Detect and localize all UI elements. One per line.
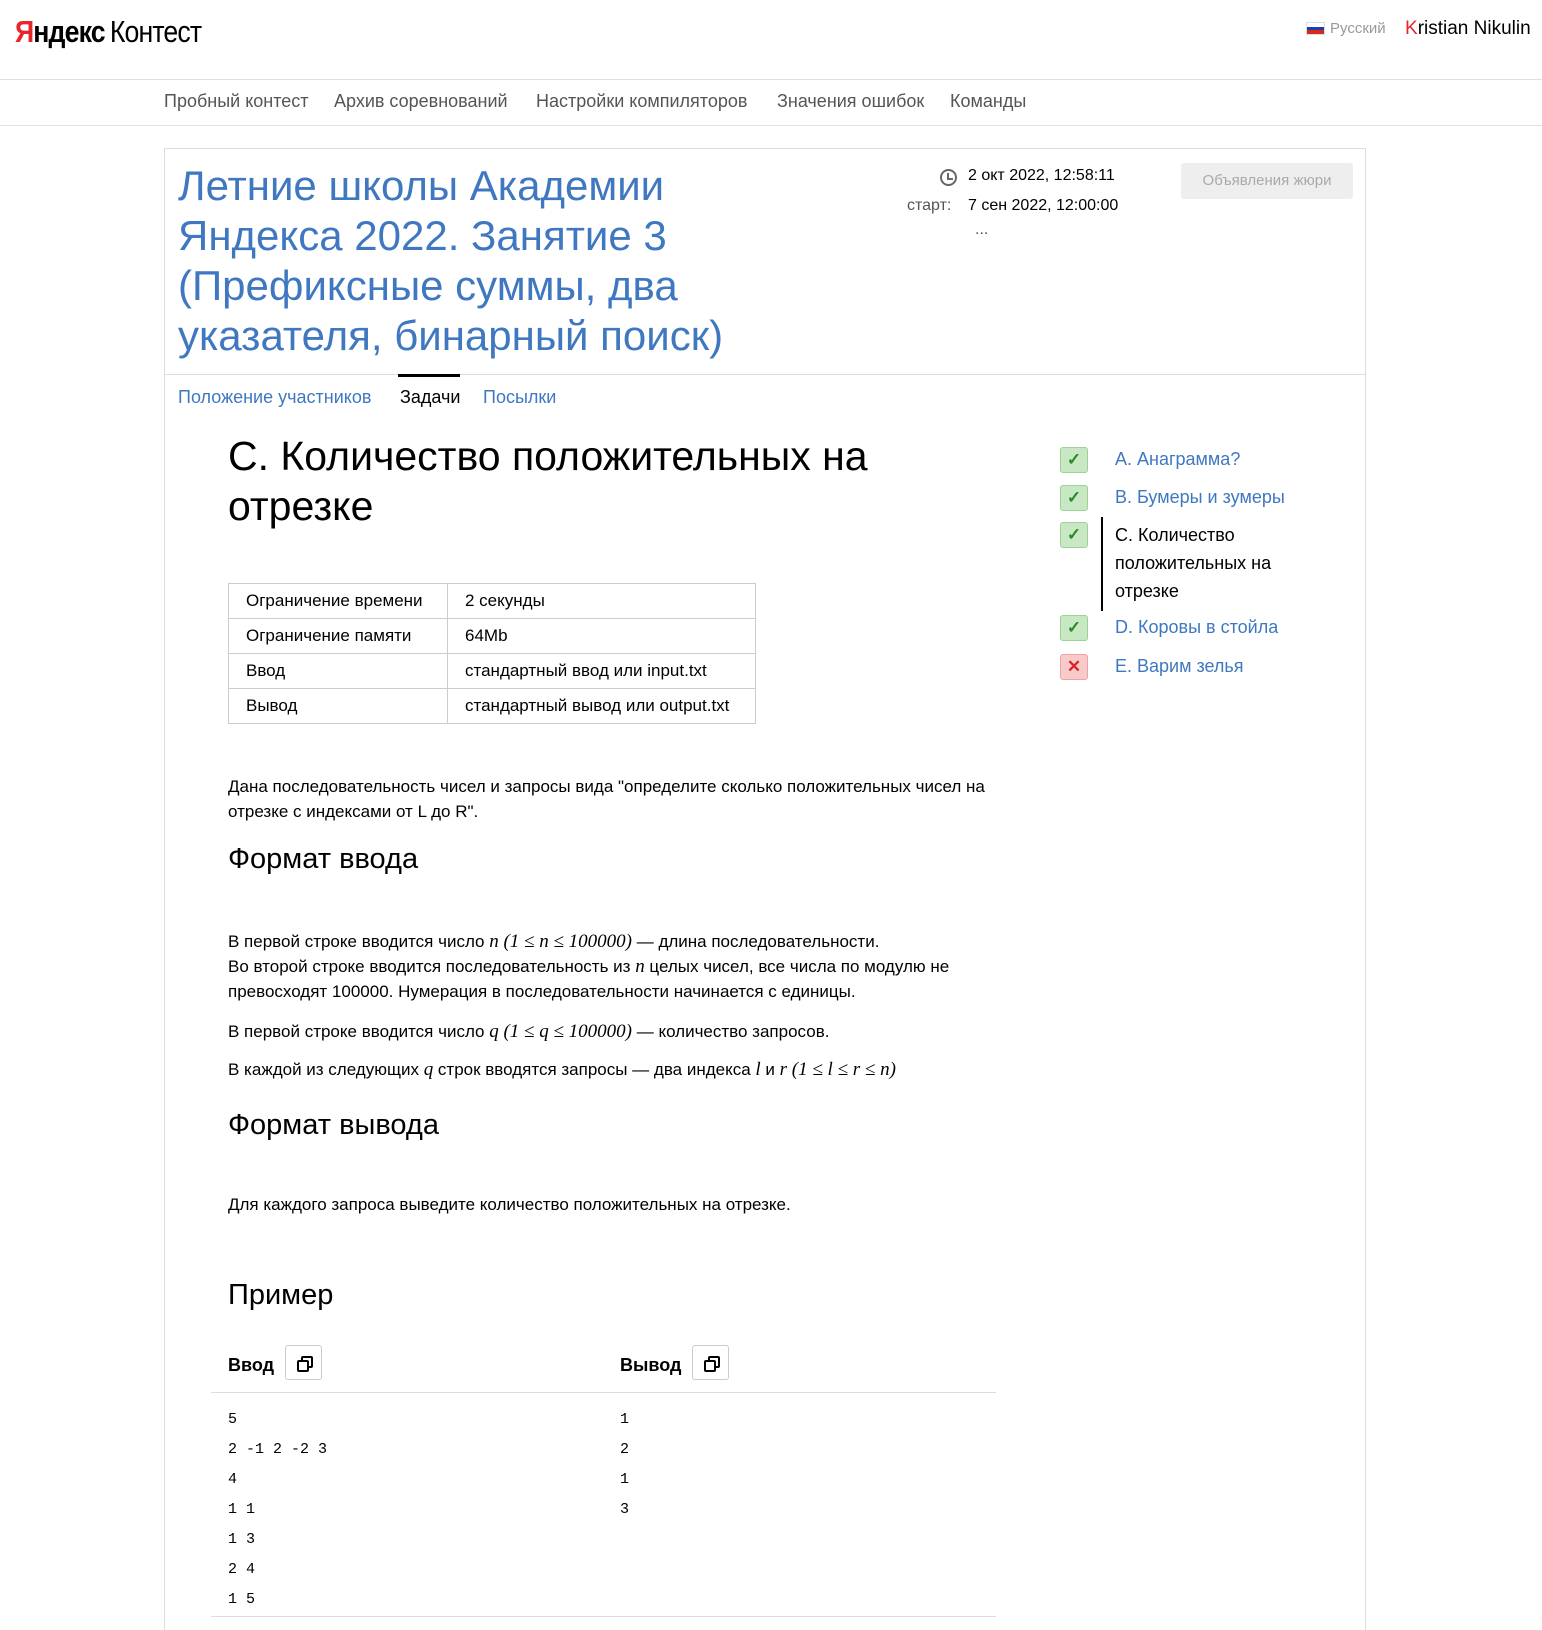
top-header: Яндекс Контест Русский Kristian Nikulin <box>0 0 1542 80</box>
sidebar-item-problem-c[interactable]: C. Количество положительных на отрезке <box>1115 521 1315 605</box>
text: В первой строке вводится число <box>228 1022 490 1041</box>
tab-problems[interactable]: Задачи <box>400 387 460 408</box>
check-icon: ✓ <box>1060 447 1088 473</box>
check-icon: ✓ <box>1060 485 1088 511</box>
example-output-data: 1 2 1 3 <box>620 1411 630 1518</box>
example-output-label: Вывод <box>620 1355 682 1375</box>
main-nav: Пробный контест Архив соревнований Настр… <box>0 80 1542 126</box>
language-switcher[interactable]: Русский <box>1306 20 1386 37</box>
table-row: Вывод стандартный вывод или output.txt <box>228 688 756 724</box>
text: В каждой из следующих <box>228 1060 424 1079</box>
clock-icon <box>940 169 957 186</box>
russia-flag-icon <box>1306 22 1325 35</box>
sidebar-item-problem-e[interactable]: E. Варим зелья <box>1115 652 1244 680</box>
copy-icon <box>704 1360 716 1372</box>
input-format-query-lines: В каждой из следующих q строк вводятся з… <box>228 1057 1028 1082</box>
math: n <box>635 956 645 977</box>
problem-statement: Дана последовательность чисел и запросы … <box>228 777 985 821</box>
example-input-data: 5 2 -1 2 -2 3 4 1 1 1 3 2 4 1 5 <box>228 1411 328 1608</box>
text: и <box>760 1060 780 1079</box>
nav-teams[interactable]: Команды <box>950 91 1026 112</box>
nav-trial-contest[interactable]: Пробный контест <box>164 91 309 112</box>
nav-error-meanings[interactable]: Значения ошибок <box>777 91 924 112</box>
limit-key: Ввод <box>228 653 448 689</box>
table-row: Ограничение времени 2 секунды <box>228 583 756 619</box>
user-name-rest: ristian Nikulin <box>1417 18 1531 39</box>
cross-icon: ✕ <box>1060 654 1088 680</box>
table-row: Ограничение памяти 64Mb <box>228 618 756 654</box>
yandex-contest-logo[interactable]: Яндекс Контест <box>15 14 202 50</box>
input-format-heading: Формат ввода <box>228 843 419 875</box>
start-label: старт: <box>907 197 952 214</box>
user-name[interactable]: Kristian Nikulin <box>1405 18 1531 40</box>
logo-ndeks: ндекс <box>33 14 105 49</box>
sidebar-item-problem-d[interactable]: D. Коровы в стойла <box>1115 613 1278 641</box>
logo-kontest: Контест <box>109 14 202 49</box>
current-problem-marker <box>1101 517 1103 611</box>
jury-announcements-button[interactable]: Объявления жюри <box>1181 163 1353 199</box>
active-tab-indicator <box>398 374 460 377</box>
example-heading: Пример <box>228 1279 334 1311</box>
text: — длина последовательности. <box>632 932 880 951</box>
current-time: 2 окт 2022, 12:58:11 <box>968 167 1115 184</box>
output-format-text: Для каждого запроса выведите количество … <box>228 1195 791 1214</box>
logo-ya: Я <box>15 14 34 49</box>
copy-output-button[interactable] <box>692 1345 729 1380</box>
copy-icon <box>297 1360 309 1372</box>
input-format-queries: В первой строке вводится число q (1 ≤ q … <box>228 1019 1028 1044</box>
contest-title[interactable]: Летние школы Академии Яндекса 2022. Заня… <box>178 161 778 361</box>
nav-archive[interactable]: Архив соревнований <box>334 91 508 112</box>
problem-status-e: ✕ <box>1060 654 1088 680</box>
problem-status-a: ✓ <box>1060 447 1088 473</box>
output-format-heading: Формат вывода <box>228 1109 439 1141</box>
contest-card: Летние школы Академии Яндекса 2022. Заня… <box>164 148 1366 1630</box>
text: Во второй строке вводится последовательн… <box>228 957 636 976</box>
text: — количество запросов. <box>632 1022 830 1041</box>
limit-value: 64Mb <box>447 618 756 654</box>
limits-table: Ограничение времени 2 секунды Ограничение… <box>228 583 756 724</box>
text: строк вводятся запросы — два индекса <box>433 1060 756 1079</box>
math: r (1 ≤ l ≤ r ≤ n) <box>779 1059 896 1080</box>
language-label: Русский <box>1330 20 1386 37</box>
limit-key: Ограничение памяти <box>228 618 448 654</box>
limit-key: Вывод <box>228 688 448 724</box>
limit-value: стандартный вывод или output.txt <box>447 688 756 724</box>
example-divider <box>211 1392 996 1393</box>
copy-input-button[interactable] <box>285 1345 322 1380</box>
sidebar-item-problem-b[interactable]: B. Бумеры и зумеры <box>1115 483 1285 511</box>
limit-value: 2 секунды <box>447 583 756 619</box>
check-icon: ✓ <box>1060 522 1088 548</box>
example-divider <box>211 1616 996 1617</box>
user-initial: K <box>1405 18 1418 39</box>
limit-value: стандартный ввод или input.txt <box>447 653 756 689</box>
problem-title: C. Количество положительных на отрезке <box>228 433 868 529</box>
table-row: Ввод стандартный ввод или input.txt <box>228 653 756 689</box>
more-info[interactable]: ... <box>975 221 988 239</box>
math: q <box>423 1059 434 1080</box>
math: n (1 ≤ n ≤ 100000) <box>489 931 632 952</box>
problem-status-d: ✓ <box>1060 615 1088 641</box>
start-time: 7 сен 2022, 12:00:00 <box>968 197 1119 214</box>
nav-compiler-settings[interactable]: Настройки компиляторов <box>536 91 747 112</box>
tab-submissions[interactable]: Посылки <box>483 387 556 408</box>
text: В первой строке вводится число <box>228 932 490 951</box>
problem-status-c: ✓ <box>1060 522 1088 548</box>
check-icon: ✓ <box>1060 615 1088 641</box>
input-format-text: В первой строке вводится число n (1 ≤ n … <box>228 929 988 1004</box>
math: q (1 ≤ q ≤ 100000) <box>489 1021 632 1042</box>
example-input-label: Ввод <box>228 1355 275 1375</box>
sidebar-item-problem-a[interactable]: A. Анаграмма? <box>1115 445 1240 473</box>
divider <box>165 374 1365 375</box>
limit-key: Ограничение времени <box>228 583 448 619</box>
problem-status-b: ✓ <box>1060 485 1088 511</box>
tab-standings[interactable]: Положение участников <box>178 387 371 408</box>
